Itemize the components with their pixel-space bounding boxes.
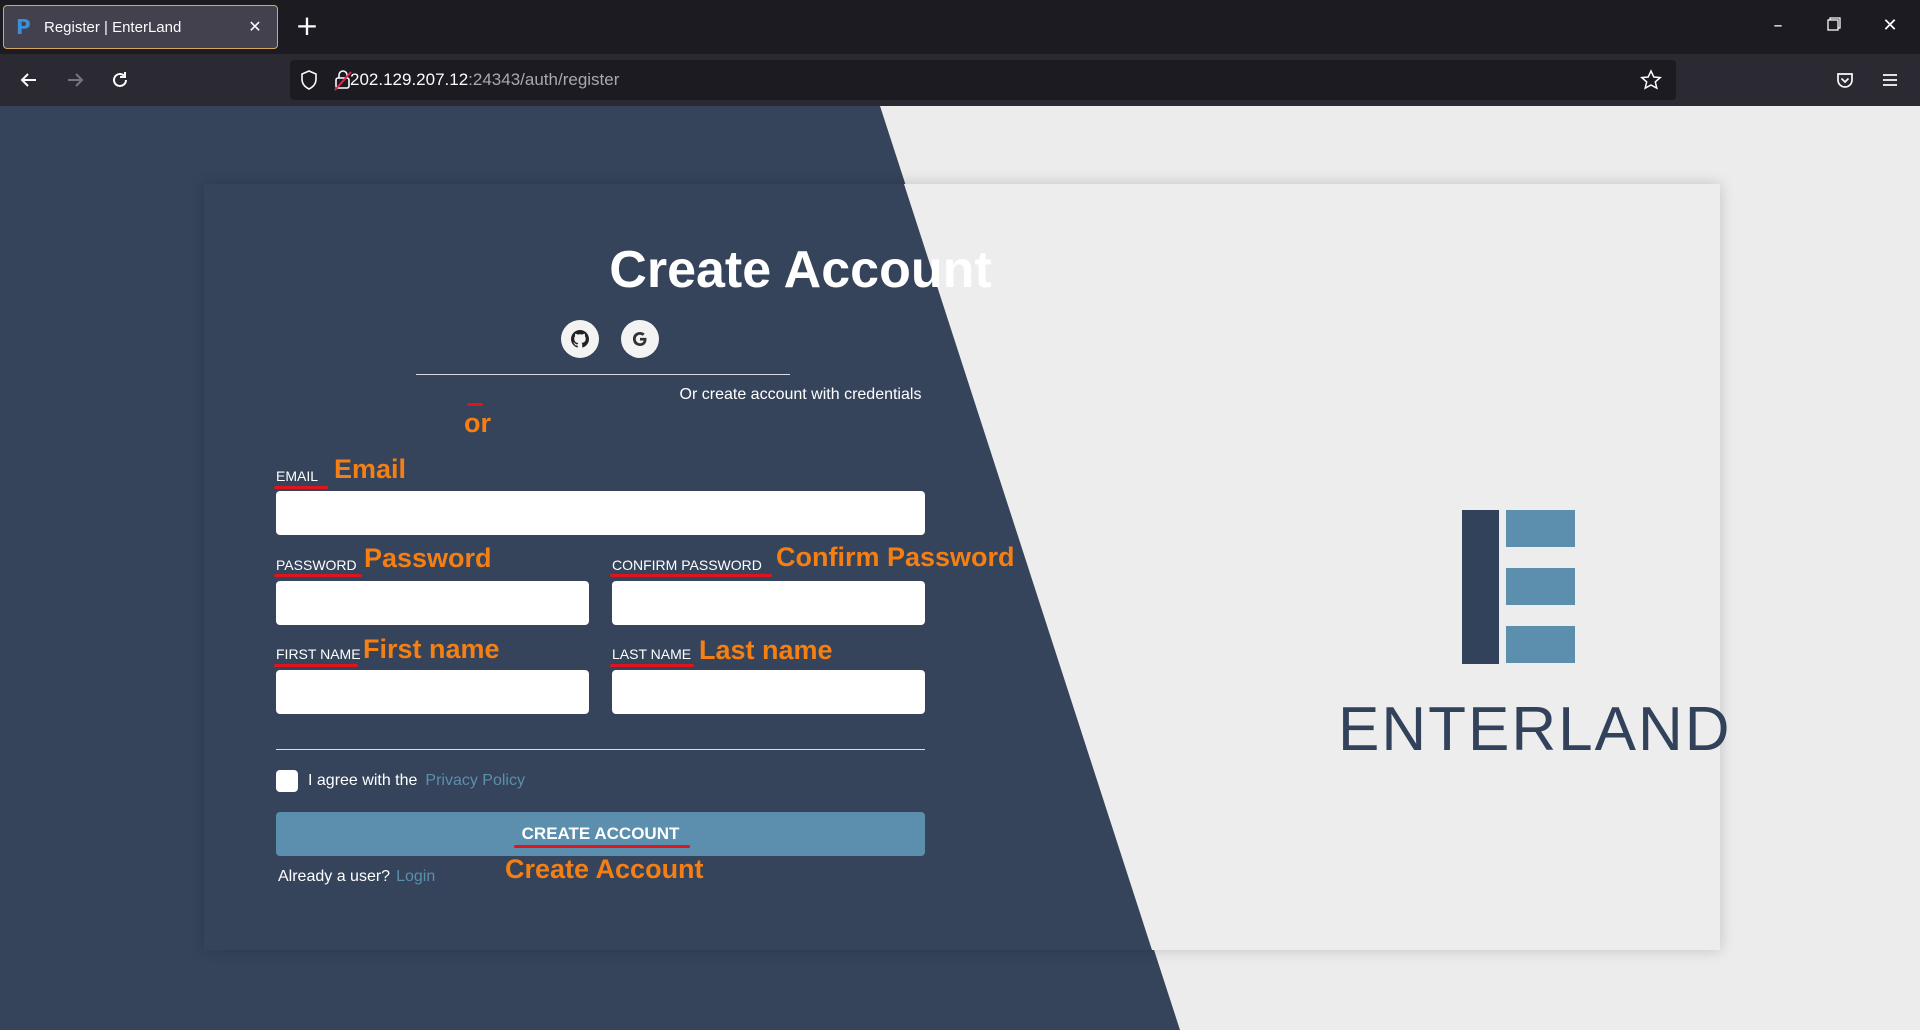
first-name-underline bbox=[274, 664, 358, 667]
already-label: Already a user? bbox=[278, 868, 391, 885]
already-user-text: Already a user? Login bbox=[278, 868, 435, 886]
tab-close-icon[interactable]: ✕ bbox=[245, 17, 265, 37]
password-input[interactable] bbox=[276, 581, 589, 625]
browser-tabbar: P Register | EnterLand ✕ + – ✕ bbox=[0, 0, 1920, 54]
create-account-button[interactable]: CREATE ACCOUNT bbox=[276, 812, 925, 856]
shield-icon[interactable] bbox=[300, 70, 318, 95]
agree-label: I agree with the bbox=[308, 772, 418, 789]
last-name-label: LAST NAME bbox=[612, 646, 692, 662]
annotation-confirm-password: Confirm Password bbox=[776, 542, 1015, 572]
first-name-input[interactable] bbox=[276, 670, 589, 714]
agree-text: I agree with the Privacy Policy bbox=[308, 772, 525, 790]
url-text[interactable]: 202.129.207.12:24343/auth/register bbox=[350, 70, 619, 90]
title-divider bbox=[416, 374, 790, 375]
close-window-icon[interactable]: ✕ bbox=[1878, 14, 1902, 38]
password-label: PASSWORD bbox=[276, 557, 357, 573]
forward-icon[interactable] bbox=[60, 65, 90, 95]
annotation-password: Password bbox=[364, 543, 492, 573]
back-icon[interactable] bbox=[14, 65, 44, 95]
confirm-password-label: CONFIRM PASSWORD bbox=[612, 557, 762, 573]
page-content: Create Account Or create account with cr… bbox=[0, 106, 1920, 1030]
password-underline bbox=[274, 574, 362, 577]
create-account-underline bbox=[514, 845, 690, 848]
bookmark-star-icon[interactable] bbox=[1639, 69, 1663, 96]
pocket-icon[interactable] bbox=[1830, 65, 1860, 95]
annotation-email: Email bbox=[334, 454, 407, 484]
google-login-button[interactable] bbox=[621, 320, 659, 358]
or-underline bbox=[467, 403, 483, 406]
logo-text: ENTERLAND bbox=[1338, 695, 1732, 764]
privacy-checkbox[interactable] bbox=[276, 770, 298, 792]
url-path: :24343/auth/register bbox=[468, 70, 620, 89]
enterland-logo-icon bbox=[1462, 510, 1575, 664]
github-login-button[interactable] bbox=[561, 320, 599, 358]
restore-icon[interactable] bbox=[1822, 14, 1846, 38]
register-card: Create Account Or create account with cr… bbox=[204, 184, 1732, 950]
github-icon bbox=[571, 330, 589, 348]
login-link[interactable]: Login bbox=[396, 868, 435, 885]
form-divider bbox=[276, 749, 925, 750]
site-favicon-icon: P bbox=[16, 15, 31, 39]
annotation-first-name: First name bbox=[363, 634, 500, 664]
annotation-or: or bbox=[464, 408, 491, 438]
page-title: Create Account bbox=[609, 241, 992, 299]
reload-icon[interactable] bbox=[105, 65, 135, 95]
annotation-last-name: Last name bbox=[699, 635, 833, 665]
email-input[interactable] bbox=[276, 491, 925, 535]
or-create-text: Or create account with credentials bbox=[679, 386, 922, 403]
register-form: Create Account Or create account with cr… bbox=[204, 184, 1732, 950]
privacy-policy-link[interactable]: Privacy Policy bbox=[425, 772, 525, 789]
url-host: 202.129.207.12 bbox=[350, 70, 469, 89]
minimize-icon[interactable]: – bbox=[1766, 14, 1790, 38]
confirm-password-input[interactable] bbox=[612, 581, 925, 625]
first-name-label: FIRST NAME bbox=[276, 646, 361, 662]
annotation-create-account: Create Account bbox=[505, 854, 704, 884]
last-name-underline bbox=[610, 664, 694, 667]
menu-icon[interactable] bbox=[1875, 65, 1905, 95]
enterland-logo: ENTERLAND bbox=[1338, 504, 1732, 764]
google-icon bbox=[632, 332, 647, 346]
tab-title: Register | EnterLand bbox=[44, 18, 182, 36]
browser-navbar: 202.129.207.12:24343/auth/register bbox=[0, 54, 1920, 106]
new-tab-button[interactable]: + bbox=[294, 12, 320, 42]
last-name-input[interactable] bbox=[612, 670, 925, 714]
address-bar[interactable]: 202.129.207.12:24343/auth/register bbox=[290, 60, 1676, 100]
email-underline bbox=[274, 486, 328, 489]
insecure-lock-icon[interactable] bbox=[334, 69, 352, 96]
browser-tab[interactable]: P Register | EnterLand ✕ bbox=[3, 5, 278, 49]
confirm-password-underline bbox=[610, 574, 772, 577]
email-label: EMAIL bbox=[276, 468, 319, 484]
